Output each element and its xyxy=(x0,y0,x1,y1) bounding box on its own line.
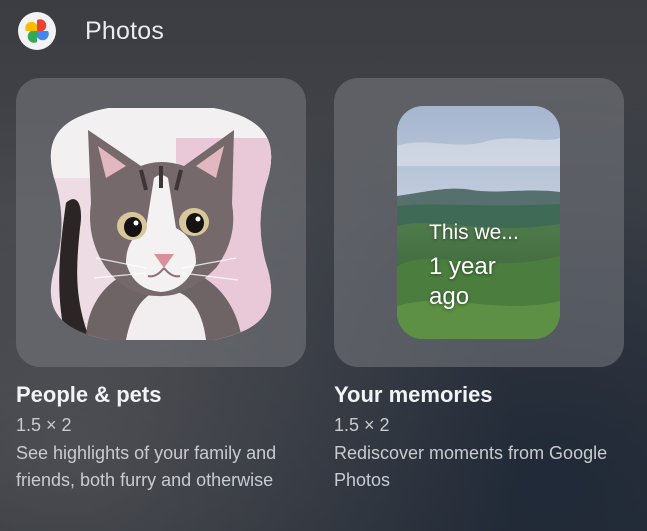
people-pets-widget-info: People & pets 1.5 × 2 See highlights of … xyxy=(16,380,316,494)
memory-title: This we... xyxy=(429,221,519,244)
cat-photo xyxy=(46,108,276,340)
memory-overlay-text: This we... 1 year ago xyxy=(429,220,519,312)
widget-description: Rediscover moments from Google Photos xyxy=(334,443,608,490)
widget-title: People & pets xyxy=(16,382,162,407)
people-pets-widget-preview[interactable] xyxy=(16,78,306,367)
memory-time-line1: 1 year xyxy=(429,253,496,280)
memories-widget-info: Your memories 1.5 × 2 Rediscover moments… xyxy=(334,380,634,494)
memory-time-line2: ago xyxy=(429,283,470,310)
widget-description: See highlights of your family and friend… xyxy=(16,443,277,490)
google-photos-icon xyxy=(18,12,56,50)
widget-size: 1.5 × 2 xyxy=(16,415,72,435)
memories-widget-preview[interactable]: This we... 1 year ago xyxy=(334,78,624,367)
widget-title: Your memories xyxy=(334,382,493,407)
landscape-photo: This we... 1 year ago xyxy=(397,106,560,339)
widget-app-header: Photos xyxy=(18,10,164,52)
widget-size: 1.5 × 2 xyxy=(334,415,390,435)
app-title: Photos xyxy=(85,16,165,45)
